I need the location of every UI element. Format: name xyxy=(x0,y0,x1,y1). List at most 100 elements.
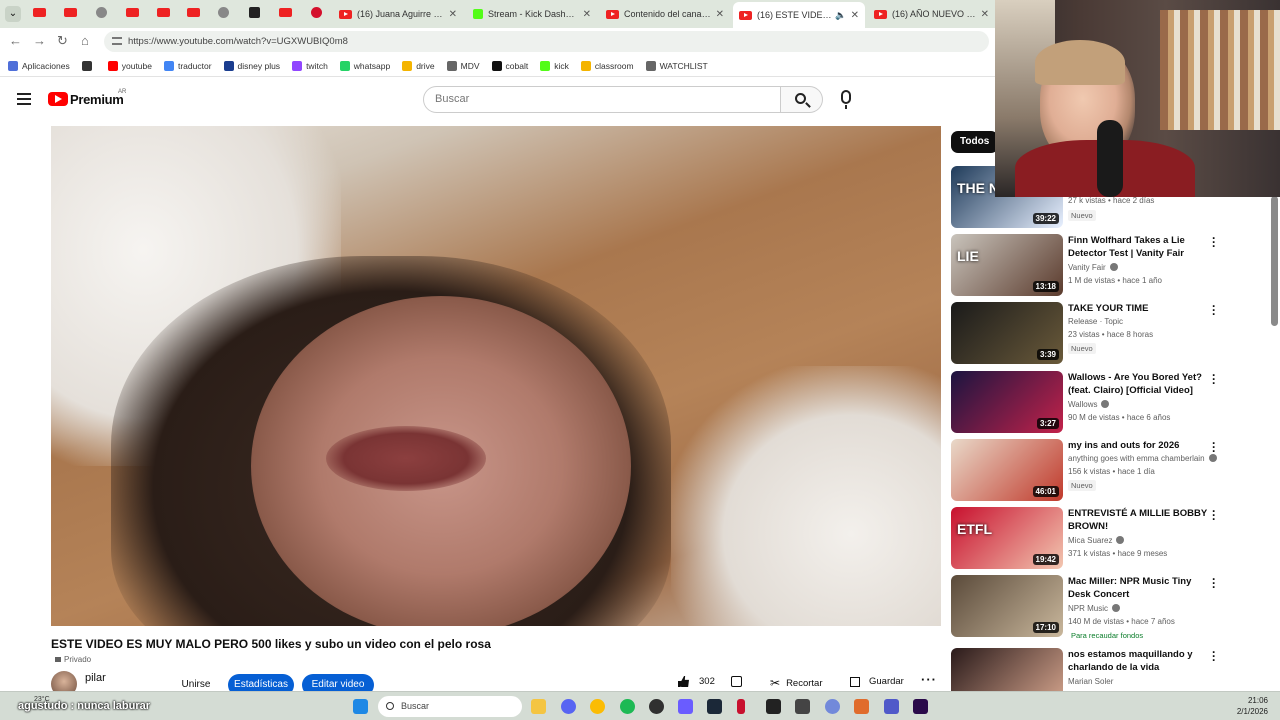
recommended-video-title[interactable]: Mac Miller: NPR Music Tiny Desk Concert xyxy=(1068,575,1208,601)
google-pinned-tab[interactable] xyxy=(218,7,229,18)
search-input[interactable]: Buscar xyxy=(423,86,781,113)
youtube-logo-icon[interactable] xyxy=(48,92,68,106)
bookmark-item[interactable]: traductor xyxy=(163,60,212,71)
url-field[interactable]: https://www.youtube.com/watch?v=UGXWUBIQ… xyxy=(104,31,989,52)
recommended-channel[interactable]: Mica Suarez xyxy=(1068,536,1125,545)
bookmark-item[interactable]: MDV xyxy=(446,60,480,71)
teams-icon[interactable] xyxy=(884,699,899,714)
bookmark-item[interactable]: WATCHLIST xyxy=(645,60,708,71)
premiere-icon[interactable] xyxy=(913,699,928,714)
more-vertical-icon[interactable]: · · · xyxy=(1212,505,1216,525)
tab-search-icon[interactable]: ⌄ xyxy=(5,6,21,22)
recommended-video[interactable]: 17:10 Mac Miller: NPR Music Tiny Desk Con… xyxy=(951,573,1271,640)
recommended-channel[interactable]: anything goes with emma chamberlain xyxy=(1068,454,1217,463)
recommended-video-title[interactable]: ENTREVISTÉ A MILLIE BOBBY BROWN! xyxy=(1068,507,1208,533)
bookmark-item[interactable]: youtube xyxy=(107,60,152,71)
video-thumbnail[interactable]: 17:10 xyxy=(951,575,1063,637)
system-clock[interactable]: 21:06 2/1/2026 xyxy=(1230,695,1268,717)
video-thumbnail[interactable]: 3:39 xyxy=(951,302,1063,364)
recommended-video-title[interactable]: TAKE YOUR TIME xyxy=(1068,302,1208,315)
bookmark-item[interactable]: disney plus xyxy=(223,60,280,71)
more-actions-button[interactable]: ··· xyxy=(921,672,937,687)
channel-name[interactable]: pilar xyxy=(85,672,106,684)
back-icon[interactable]: ← xyxy=(9,33,22,48)
tab-1[interactable]: Stream - Kick Dashboar ✕ xyxy=(467,3,597,25)
discord-icon[interactable] xyxy=(561,699,576,714)
clip-button[interactable]: ✂ Recortar xyxy=(770,676,823,690)
site-info-icon[interactable] xyxy=(112,37,122,45)
chrome-icon[interactable] xyxy=(590,699,605,714)
recommended-channel[interactable]: NPR Music xyxy=(1068,604,1121,613)
bookmark-item[interactable]: Aplicaciones xyxy=(8,60,70,71)
recommended-video-title[interactable]: Wallows - Are You Bored Yet? (feat. Clai… xyxy=(1068,371,1208,397)
app-icon[interactable] xyxy=(678,699,693,714)
obs-icon[interactable] xyxy=(649,699,664,714)
recommended-channel[interactable]: Marian Soler xyxy=(1068,677,1113,686)
recommended-video-title[interactable]: Finn Wolfhard Takes a Lie Detector Test … xyxy=(1068,234,1208,260)
mute-icon[interactable]: 🔈 xyxy=(835,10,846,21)
more-vertical-icon[interactable]: · · · xyxy=(1212,437,1216,457)
bookmark-item[interactable]: cobalt xyxy=(491,60,528,71)
spotify-icon[interactable] xyxy=(620,699,635,714)
recommended-channel[interactable]: Release · Topic xyxy=(1068,317,1123,326)
save-button[interactable]: Guardar xyxy=(850,676,904,687)
notion-icon[interactable] xyxy=(795,699,810,714)
more-vertical-icon[interactable]: · · · xyxy=(1212,300,1216,320)
app-icon[interactable] xyxy=(854,699,869,714)
tab-0[interactable]: (16) Juana Aguirre - anc ✕ xyxy=(333,3,463,25)
menu-icon[interactable] xyxy=(17,93,31,105)
microphone-icon[interactable] xyxy=(841,90,851,109)
pinned-tab[interactable] xyxy=(96,7,107,18)
pinterest-pinned-tab[interactable] xyxy=(311,7,322,18)
scrollbar[interactable] xyxy=(1271,196,1278,326)
app-icon[interactable] xyxy=(825,699,840,714)
youtube-pinned-tab[interactable] xyxy=(33,8,46,17)
taskbar-search-input[interactable]: Buscar xyxy=(378,696,522,717)
video-thumbnail[interactable]: 46:01 xyxy=(951,439,1063,501)
youtube-premium-logo[interactable]: Premium xyxy=(70,92,124,107)
more-vertical-icon[interactable]: · · · xyxy=(1212,573,1216,593)
video-thumbnail[interactable]: 3:27 xyxy=(951,371,1063,433)
recommended-video[interactable]: 3:39 TAKE YOUR TIME Release · Topic 23 vist… xyxy=(951,300,1271,364)
bookmark-item[interactable]: whatsapp xyxy=(339,60,390,71)
app-icon[interactable] xyxy=(737,699,745,714)
close-icon[interactable]: ✕ xyxy=(981,9,989,20)
tab-active[interactable]: (16) ESTE VIDEO ES 🔈 ✕ xyxy=(733,2,865,28)
youtube-pinned-tab[interactable] xyxy=(126,8,139,17)
bookmark-item[interactable]: twitch xyxy=(292,60,328,71)
youtube-pinned-tab[interactable] xyxy=(279,8,292,17)
home-icon[interactable]: ⌂ xyxy=(81,33,89,48)
app-icon[interactable] xyxy=(766,699,781,714)
file-explorer-icon[interactable] xyxy=(531,699,546,714)
bookmark-item[interactable]: kick xyxy=(540,60,569,71)
bookmark-item[interactable]: classroom xyxy=(580,60,634,71)
youtube-pinned-tab[interactable] xyxy=(64,8,77,17)
like-button[interactable]: 302 xyxy=(678,676,715,687)
recommended-channel[interactable]: Wallows xyxy=(1068,400,1110,409)
bookmark-item[interactable]: drive xyxy=(402,60,435,71)
start-icon[interactable] xyxy=(353,699,368,714)
pinned-tab[interactable] xyxy=(249,7,260,18)
tab-4[interactable]: (16) AÑO NUEVO - YouT ✕ xyxy=(868,3,995,25)
youtube-pinned-tab[interactable] xyxy=(157,8,170,17)
video-thumbnail[interactable]: LIE 13:18 xyxy=(951,234,1063,296)
close-icon[interactable]: ✕ xyxy=(851,10,859,21)
steam-icon[interactable] xyxy=(707,699,722,714)
reload-icon[interactable]: ↻ xyxy=(57,33,68,49)
recommended-video[interactable]: LIE 13:18 Finn Wolfhard Takes a Lie Detect… xyxy=(951,232,1271,296)
filter-chip-all[interactable]: Todos xyxy=(951,131,999,153)
close-icon[interactable]: ✕ xyxy=(716,9,724,20)
recommended-video[interactable]: 46:01 my ins and outs for 2026 anything go… xyxy=(951,437,1271,501)
close-icon[interactable]: ✕ xyxy=(583,9,591,20)
recommended-video-title[interactable]: nos estamos maquillando y charlando de l… xyxy=(1068,648,1208,674)
bookmark-item[interactable] xyxy=(81,60,96,71)
video-player[interactable] xyxy=(51,126,941,626)
tab-2[interactable]: Contenido del canal - Yo ✕ xyxy=(600,3,730,25)
search-button[interactable] xyxy=(781,86,823,113)
recommended-video[interactable]: ETFL 19:42 ENTREVISTÉ A MILLIE BOBBY BROWN… xyxy=(951,505,1271,569)
youtube-pinned-tab[interactable] xyxy=(187,8,200,17)
forward-icon[interactable]: → xyxy=(33,33,46,48)
video-thumbnail[interactable]: ETFL 19:42 xyxy=(951,507,1063,569)
more-vertical-icon[interactable]: · · · xyxy=(1212,646,1216,666)
recommended-video-title[interactable]: my ins and outs for 2026 xyxy=(1068,439,1208,452)
